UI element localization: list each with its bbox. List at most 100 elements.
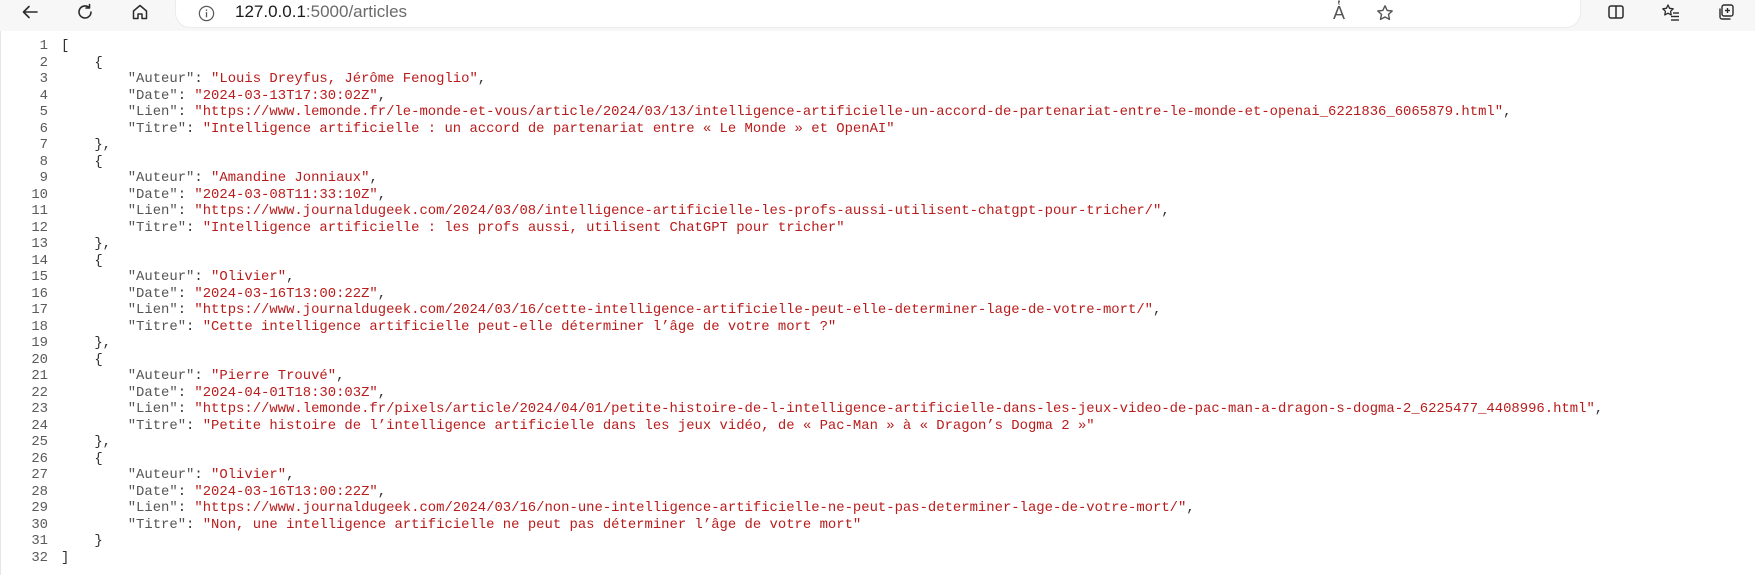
- line-content: "Date": "2024-04-01T18:30:03Z",: [127, 384, 387, 401]
- line-number: 14: [31, 252, 48, 269]
- json-punctuation: [: [61, 38, 70, 54]
- code-line: 5 "Lien": "https://www.lemonde.fr/le-mon…: [1, 104, 1603, 121]
- collections-button[interactable]: [1710, 0, 1742, 24]
- line-number: 13: [31, 236, 48, 252]
- line-content: "Auteur": "Amandine Jonniaux",: [127, 170, 378, 186]
- json-key: "Lien": [127, 302, 178, 318]
- line-number: 8: [39, 153, 48, 170]
- home-button[interactable]: [124, 0, 156, 24]
- json-string-value: "https://www.journaldugeek.com/2024/03/0…: [194, 203, 1162, 219]
- json-key: "Auteur": [127, 269, 195, 285]
- json-string-value: "2024-03-08T11:33:10Z": [194, 186, 378, 203]
- json-string-value: "https://www.journaldugeek.com/2024/03/1…: [194, 302, 1153, 318]
- json-punctuation: ]: [61, 549, 70, 566]
- json-punctuation: {: [61, 153, 103, 170]
- json-string-value: "Louis Dreyfus, Jérôme Fenoglio": [211, 71, 478, 87]
- favorites-button[interactable]: [1655, 0, 1687, 24]
- json-string-value: "https://www.lemonde.fr/le-monde-et-vous…: [194, 104, 1504, 120]
- code-line: 6 "Titre": "Intelligence artificielle : …: [1, 121, 1603, 138]
- json-punctuation: },: [61, 137, 112, 153]
- arrow-left-icon: [22, 5, 38, 19]
- collections-icon: [1719, 4, 1734, 20]
- code-line: 19 },: [1, 335, 1603, 352]
- line-content: "Auteur": "Louis Dreyfus, Jérôme Fenogli…: [127, 71, 487, 87]
- json-string-value: "Olivier": [211, 467, 287, 483]
- json-punctuation: {: [61, 450, 103, 467]
- code-line: 10 "Date": "2024-03-08T11:33:10Z",: [1, 187, 1603, 204]
- line-content: "Lien": "https://www.journaldugeek.com/2…: [127, 500, 1195, 516]
- line-number: 24: [31, 417, 48, 434]
- site-info-icon[interactable]: [196, 3, 216, 23]
- json-string-value: "https://www.lemonde.fr/pixels/article/2…: [194, 401, 1595, 417]
- json-punctuation: {: [61, 252, 103, 269]
- back-button[interactable]: [14, 0, 46, 24]
- line-content: "Titre": "Intelligence artificielle : le…: [127, 219, 845, 236]
- code-line: 30 "Titre": "Non, une intelligence artif…: [1, 517, 1603, 534]
- code-line: 29 "Lien": "https://www.journaldugeek.co…: [1, 500, 1603, 517]
- address-bar[interactable]: 127.0.0.1:5000/articles A̔: [176, 0, 1580, 27]
- line-content: "Lien": "https://www.lemonde.fr/pixels/a…: [127, 401, 1604, 417]
- json-punctuation: },: [61, 236, 112, 252]
- url-host: 127.0.0.1: [235, 2, 306, 21]
- json-string-value: "2024-03-16T13:00:22Z": [194, 483, 378, 500]
- code-line: 28 "Date": "2024-03-16T13:00:22Z",: [1, 484, 1603, 501]
- line-number: 21: [31, 368, 48, 384]
- line-content: "Date": "2024-03-16T13:00:22Z",: [127, 285, 387, 302]
- line-content: }: [48, 533, 102, 550]
- line-content: },: [48, 335, 111, 352]
- json-key: "Lien": [127, 401, 178, 417]
- code-line: 14 {: [1, 253, 1603, 270]
- line-content: "Titre": "Petite histoire de l’intellige…: [127, 417, 1095, 434]
- line-content: },: [48, 434, 111, 451]
- line-number: 29: [31, 500, 48, 516]
- line-content: ]: [48, 550, 69, 567]
- line-number: 6: [39, 120, 48, 137]
- line-number: 25: [31, 434, 48, 450]
- line-content: "Date": "2024-03-08T11:33:10Z",: [127, 186, 387, 203]
- line-number: 2: [39, 54, 48, 71]
- star-icon: [1377, 5, 1393, 21]
- json-string-value: "Intelligence artificielle : un accord d…: [202, 120, 895, 137]
- code-line: 4 "Date": "2024-03-13T17:30:02Z",: [1, 88, 1603, 105]
- json-viewer: 1[2 {3 "Auteur": "Louis Dreyfus, Jérôme …: [1, 38, 1603, 566]
- line-number: 15: [31, 269, 48, 285]
- line-content: "Date": "2024-03-13T17:30:02Z",: [127, 87, 387, 104]
- line-content: "Auteur": "Pierre Trouvé",: [127, 368, 345, 384]
- read-aloud-icon: A̔: [1332, 3, 1345, 23]
- split-screen-icon: [1608, 5, 1624, 19]
- line-number: 18: [31, 318, 48, 335]
- line-content: "Date": "2024-03-16T13:00:22Z",: [127, 483, 387, 500]
- line-number: 4: [39, 87, 48, 104]
- line-content: "Titre": "Intelligence artificielle : un…: [127, 120, 895, 137]
- line-number: 17: [31, 302, 48, 318]
- line-number: 26: [31, 450, 48, 467]
- code-line: 25 },: [1, 434, 1603, 451]
- line-number: 16: [31, 285, 48, 302]
- line-number: 11: [31, 203, 48, 219]
- code-line: 18 "Titre": "Cette intelligence artifici…: [1, 319, 1603, 336]
- split-screen-button[interactable]: [1600, 0, 1632, 24]
- json-key: "Auteur": [127, 368, 195, 384]
- line-number: 12: [31, 219, 48, 236]
- refresh-button[interactable]: [69, 0, 101, 24]
- url-path: :5000/articles: [305, 2, 408, 21]
- json-key: "Lien": [127, 500, 178, 516]
- json-key: "Auteur": [127, 467, 195, 483]
- favorites-list-icon: [1662, 4, 1679, 21]
- refresh-icon: [78, 3, 92, 19]
- json-string-value: "Cette intelligence artificielle peut-el…: [202, 318, 837, 335]
- code-line: 12 "Titre": "Intelligence artificielle :…: [1, 220, 1603, 237]
- line-number: 31: [31, 533, 48, 549]
- json-string-value: "2024-03-13T17:30:02Z": [194, 87, 378, 104]
- json-key: "Titre": [127, 516, 187, 533]
- read-aloud-button[interactable]: A̔: [1326, 1, 1352, 25]
- json-key: "Titre": [127, 318, 187, 335]
- line-content: },: [48, 137, 111, 154]
- line-content: "Lien": "https://www.lemonde.fr/le-monde…: [127, 104, 1512, 120]
- url-text[interactable]: 127.0.0.1:5000/articles: [235, 2, 407, 22]
- line-number: 7: [39, 137, 48, 153]
- code-line: 20 {: [1, 352, 1603, 369]
- code-line: 9 "Auteur": "Amandine Jonniaux",: [1, 170, 1603, 187]
- line-content: {: [48, 450, 103, 468]
- favorite-button[interactable]: [1372, 1, 1398, 25]
